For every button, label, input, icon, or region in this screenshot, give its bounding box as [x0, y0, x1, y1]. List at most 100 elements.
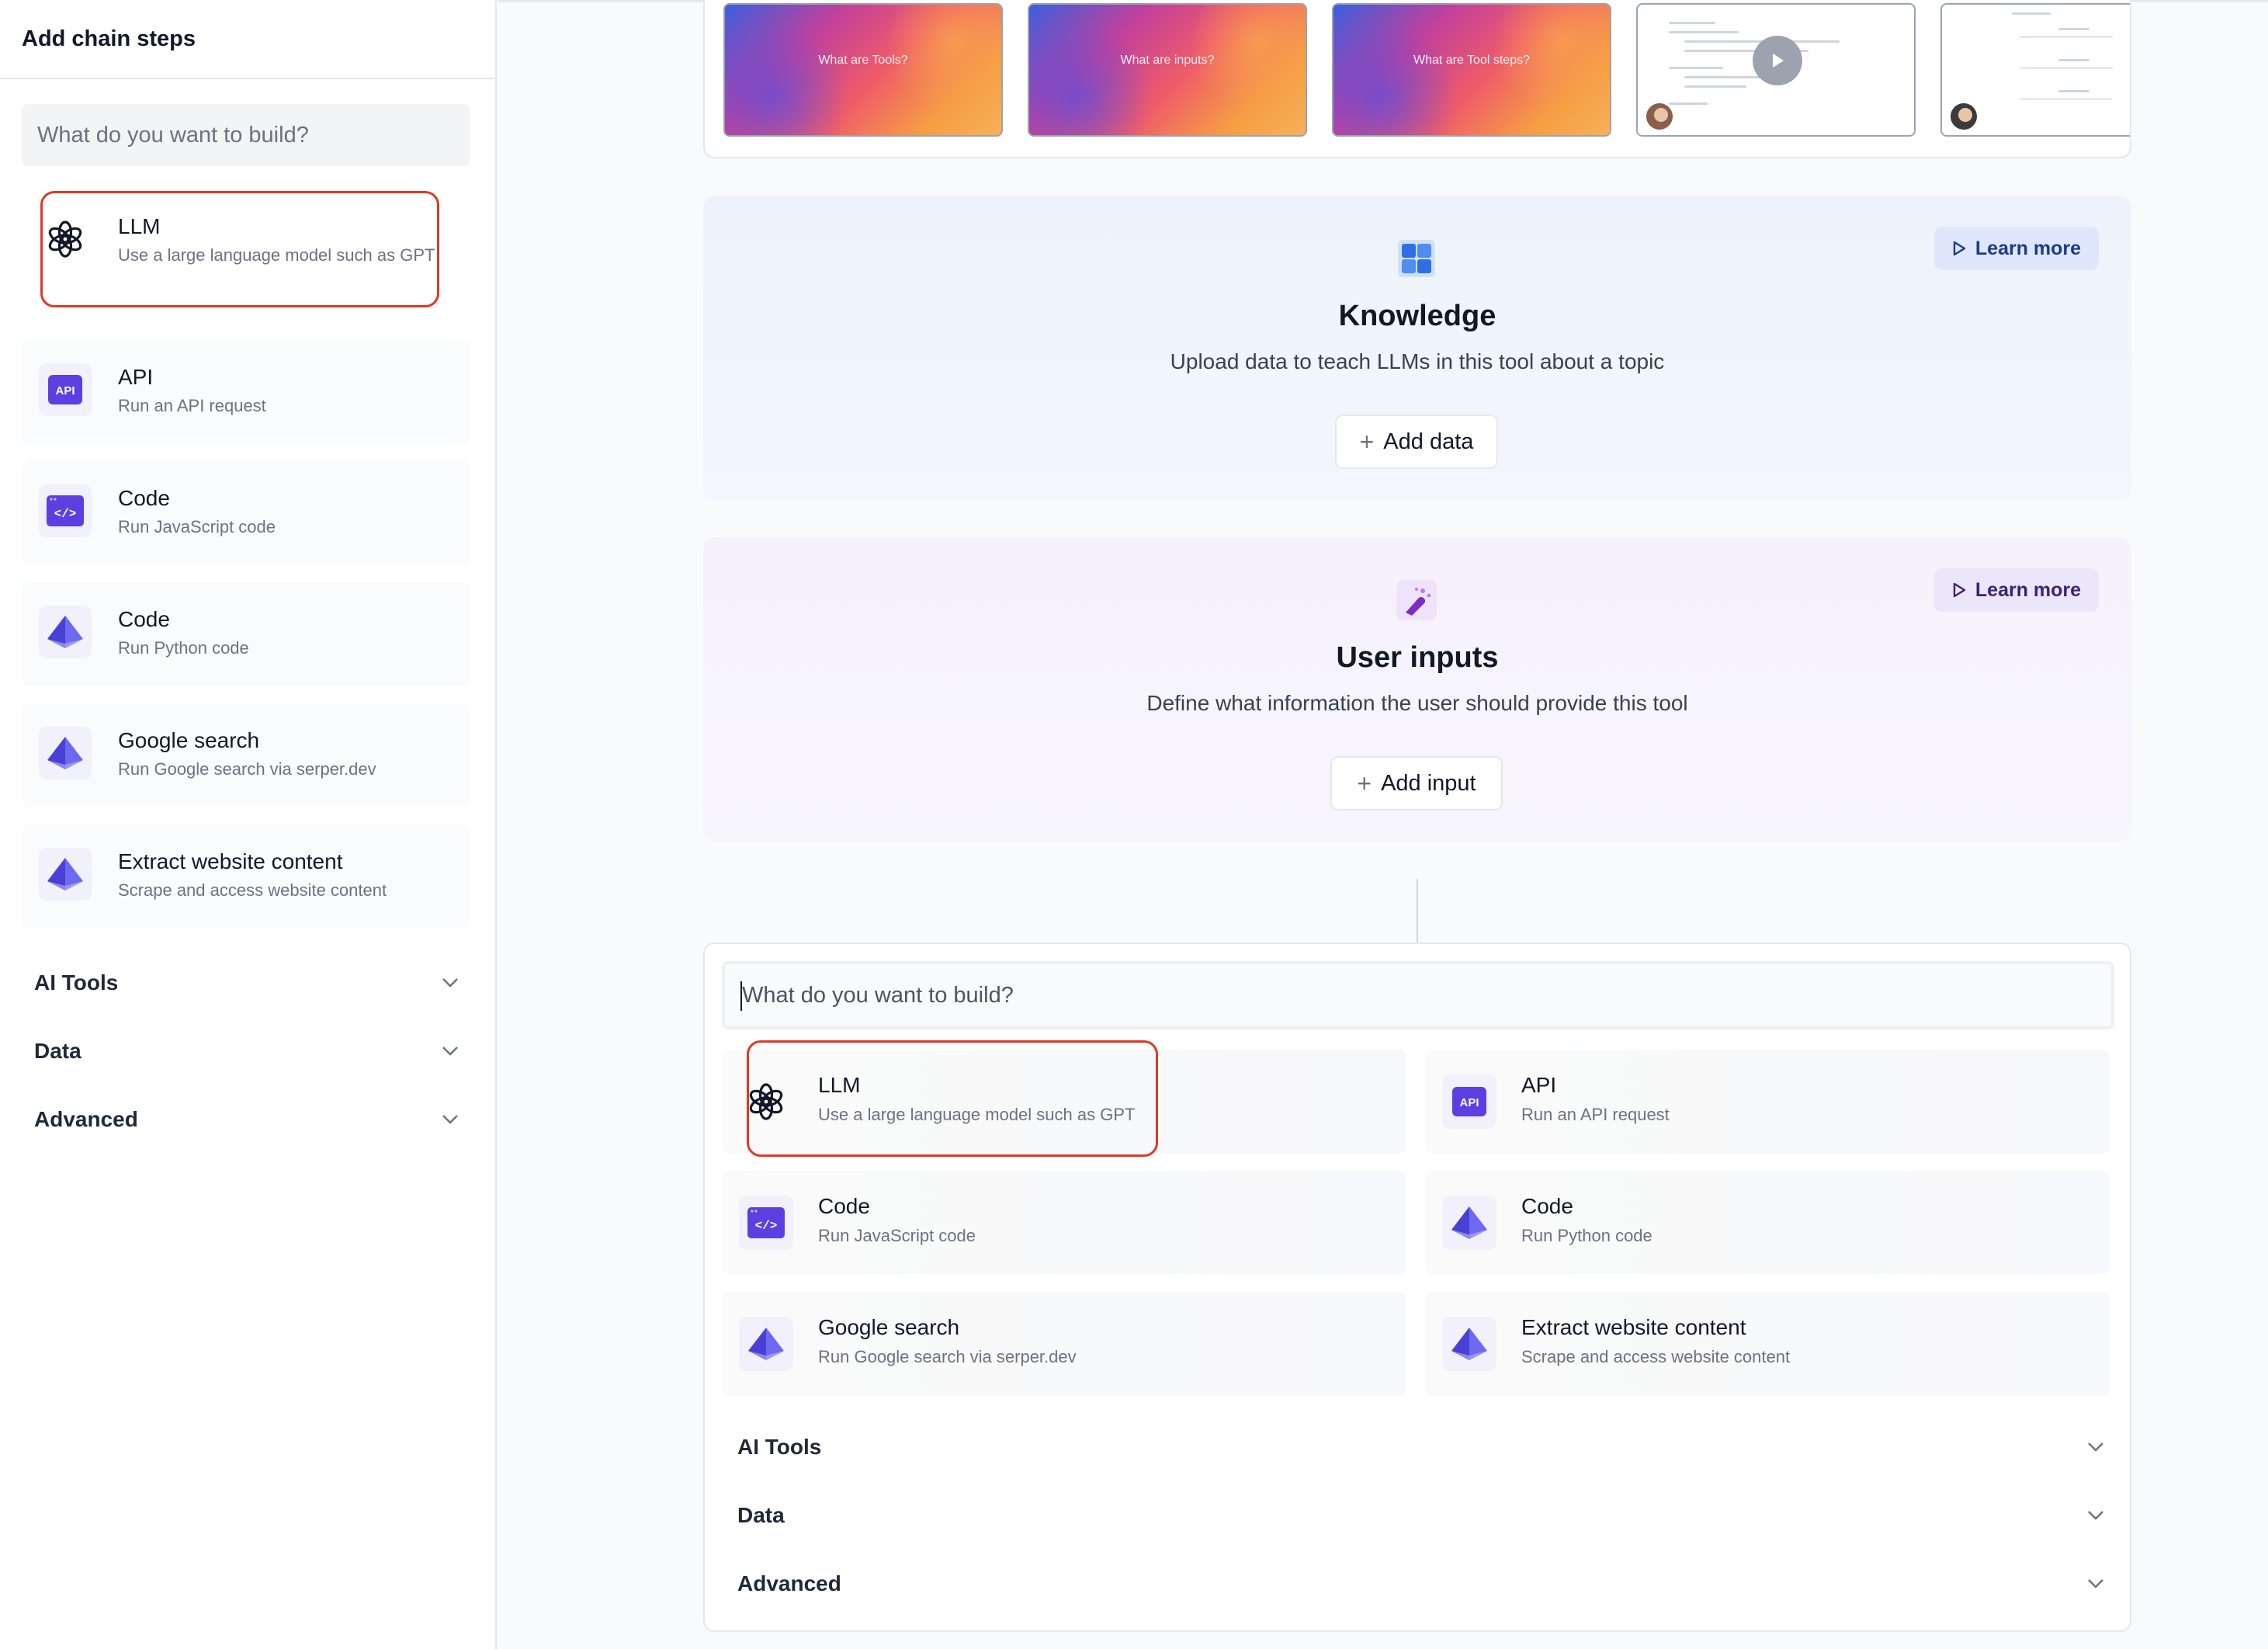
section-label: Data: [737, 1503, 785, 1527]
thumbnail-label: What are Tools?: [818, 54, 908, 67]
code-icon: </>: [739, 1196, 793, 1250]
section-label: Advanced: [34, 1107, 138, 1131]
user-inputs-title: User inputs: [1336, 641, 1499, 674]
chevron-down-icon: [2085, 1505, 2107, 1526]
add-data-button[interactable]: + Add data: [1335, 415, 1498, 469]
add-data-label: Add data: [1383, 429, 1474, 454]
thumbnail-label: What are inputs?: [1120, 54, 1215, 67]
builder-item-code-python[interactable]: Code Run Python code: [1425, 1171, 2110, 1275]
user-inputs-icon: [1394, 578, 1439, 623]
step-builder-panel: LLM Use a large language model such as G…: [703, 943, 2131, 1632]
avatar: [1948, 101, 1979, 132]
video-thumbnail-strip: What are Tools? What are inputs? What ar…: [703, 0, 2131, 158]
builder-item-title: Google search: [818, 1315, 960, 1339]
plus-icon: +: [1359, 427, 1375, 456]
openai-icon: [39, 213, 92, 266]
add-input-button[interactable]: + Add input: [1330, 756, 1503, 811]
plus-icon: +: [1357, 769, 1372, 797]
main-canvas: What are Tools? What are inputs? What ar…: [498, 0, 2268, 1649]
play-outline-icon: [1953, 241, 1966, 256]
video-thumbnail-tools[interactable]: What are Tools?: [723, 3, 1003, 137]
sidebar-item-description: Run Google search via serper.dev: [118, 759, 376, 779]
play-outline-icon: [1953, 582, 1966, 598]
knowledge-icon: [1394, 236, 1439, 281]
svg-text:API: API: [55, 384, 75, 397]
sidebar-item-description: Scrape and access website content: [118, 880, 387, 900]
svg-text:API: API: [1459, 1096, 1479, 1109]
builder-item-title: Code: [1521, 1194, 1573, 1218]
sidebar-item-title: Code: [118, 486, 170, 510]
video-thumbnail-inputs[interactable]: What are inputs?: [1028, 3, 1307, 137]
pyramid-icon: [39, 727, 92, 779]
sidebar-header: Add chain steps: [0, 0, 495, 79]
sidebar-item-title: Google search: [118, 728, 260, 752]
sidebar-item-title: LLM: [118, 214, 161, 238]
pyramid-icon: [1442, 1317, 1496, 1371]
sidebar-item-code-javascript[interactable]: </> Code Run JavaScript code: [22, 461, 470, 565]
sidebar-item-extract-website[interactable]: Extract website content Scrape and acces…: [22, 824, 470, 929]
step-connector: [1417, 879, 1418, 943]
sidebar-title: Add chain steps: [22, 26, 196, 51]
learn-more-label: Learn more: [1975, 578, 2082, 601]
sidebar-item-llm[interactable]: LLM Use a large language model such as G…: [22, 189, 470, 293]
pyramid-icon: [1442, 1196, 1496, 1250]
play-icon[interactable]: [1753, 36, 1802, 85]
api-icon: API: [39, 363, 92, 416]
builder-item-title: LLM: [818, 1073, 861, 1097]
section-label: Data: [34, 1039, 81, 1063]
builder-item-description: Use a large language model such as GPT: [818, 1105, 1136, 1124]
chevron-down-icon: [2085, 1436, 2107, 1458]
svg-text:</>: </>: [755, 1219, 778, 1233]
avatar: [1644, 101, 1675, 132]
sidebar-section-advanced[interactable]: Advanced: [34, 1096, 461, 1143]
knowledge-card: Knowledge Upload data to teach LLMs in t…: [703, 196, 2131, 500]
chevron-down-icon: [439, 1040, 461, 1062]
sidebar-item-code-python[interactable]: Code Run Python code: [22, 582, 470, 686]
sidebar-item-google-search[interactable]: Google search Run Google search via serp…: [22, 703, 470, 807]
pyramid-icon: [39, 848, 92, 901]
user-inputs-card: User inputs Define what information the …: [703, 537, 2131, 842]
builder-section-data[interactable]: Data: [737, 1492, 2107, 1539]
builder-item-description: Run Google search via serper.dev: [818, 1347, 1077, 1366]
builder-item-google-search[interactable]: Google search Run Google search via serp…: [722, 1292, 1406, 1396]
sidebar-section-data[interactable]: Data: [34, 1028, 461, 1074]
learn-more-label: Learn more: [1975, 237, 2082, 259]
text-cursor: [740, 981, 742, 1011]
builder-item-description: Scrape and access website content: [1521, 1347, 1791, 1366]
thumbnail-label: What are Tool steps?: [1413, 54, 1530, 67]
chevron-down-icon: [2085, 1573, 2107, 1595]
builder-item-api[interactable]: API API Run an API request: [1425, 1050, 2110, 1154]
video-thumbnail-walkthrough-2[interactable]: [1940, 3, 2130, 137]
builder-section-ai-tools[interactable]: AI Tools: [737, 1424, 2107, 1470]
sidebar-item-title: Extract website content: [118, 849, 343, 873]
sidebar-item-description: Run an API request: [118, 396, 266, 415]
user-inputs-learn-more-button[interactable]: Learn more: [1934, 568, 2099, 612]
builder-item-extract-website[interactable]: Extract website content Scrape and acces…: [1425, 1292, 2110, 1396]
sidebar: Add chain steps LLM Use a large language…: [0, 0, 497, 1649]
builder-item-llm[interactable]: LLM Use a large language model such as G…: [722, 1050, 1406, 1154]
code-icon: </>: [39, 484, 92, 537]
sidebar-item-title: API: [118, 365, 154, 389]
sidebar-search-input[interactable]: [22, 104, 470, 166]
knowledge-learn-more-button[interactable]: Learn more: [1934, 227, 2099, 270]
video-thumbnail-tool-steps[interactable]: What are Tool steps?: [1332, 3, 1611, 137]
add-input-label: Add input: [1381, 770, 1476, 796]
builder-section-advanced[interactable]: Advanced: [737, 1560, 2107, 1607]
pyramid-icon: [739, 1317, 793, 1371]
builder-item-description: Run Python code: [1521, 1226, 1652, 1245]
builder-item-description: Run an API request: [1521, 1105, 1670, 1124]
chevron-down-icon: [439, 972, 461, 994]
builder-item-code-javascript[interactable]: </> Code Run JavaScript code: [722, 1171, 1406, 1275]
builder-item-title: API: [1521, 1073, 1557, 1097]
knowledge-subtitle: Upload data to teach LLMs in this tool a…: [1170, 349, 1665, 373]
builder-item-description: Run JavaScript code: [818, 1226, 976, 1245]
user-inputs-subtitle: Define what information the user should …: [1146, 691, 1688, 715]
sidebar-item-api[interactable]: API API Run an API request: [22, 340, 470, 444]
chevron-down-icon: [439, 1109, 461, 1130]
sidebar-item-description: Run JavaScript code: [118, 517, 276, 536]
sidebar-section-ai-tools[interactable]: AI Tools: [34, 960, 461, 1006]
section-label: AI Tools: [34, 970, 119, 995]
video-thumbnail-walkthrough[interactable]: [1636, 3, 1916, 137]
section-label: Advanced: [737, 1571, 841, 1595]
builder-search-input[interactable]: [722, 961, 2114, 1029]
